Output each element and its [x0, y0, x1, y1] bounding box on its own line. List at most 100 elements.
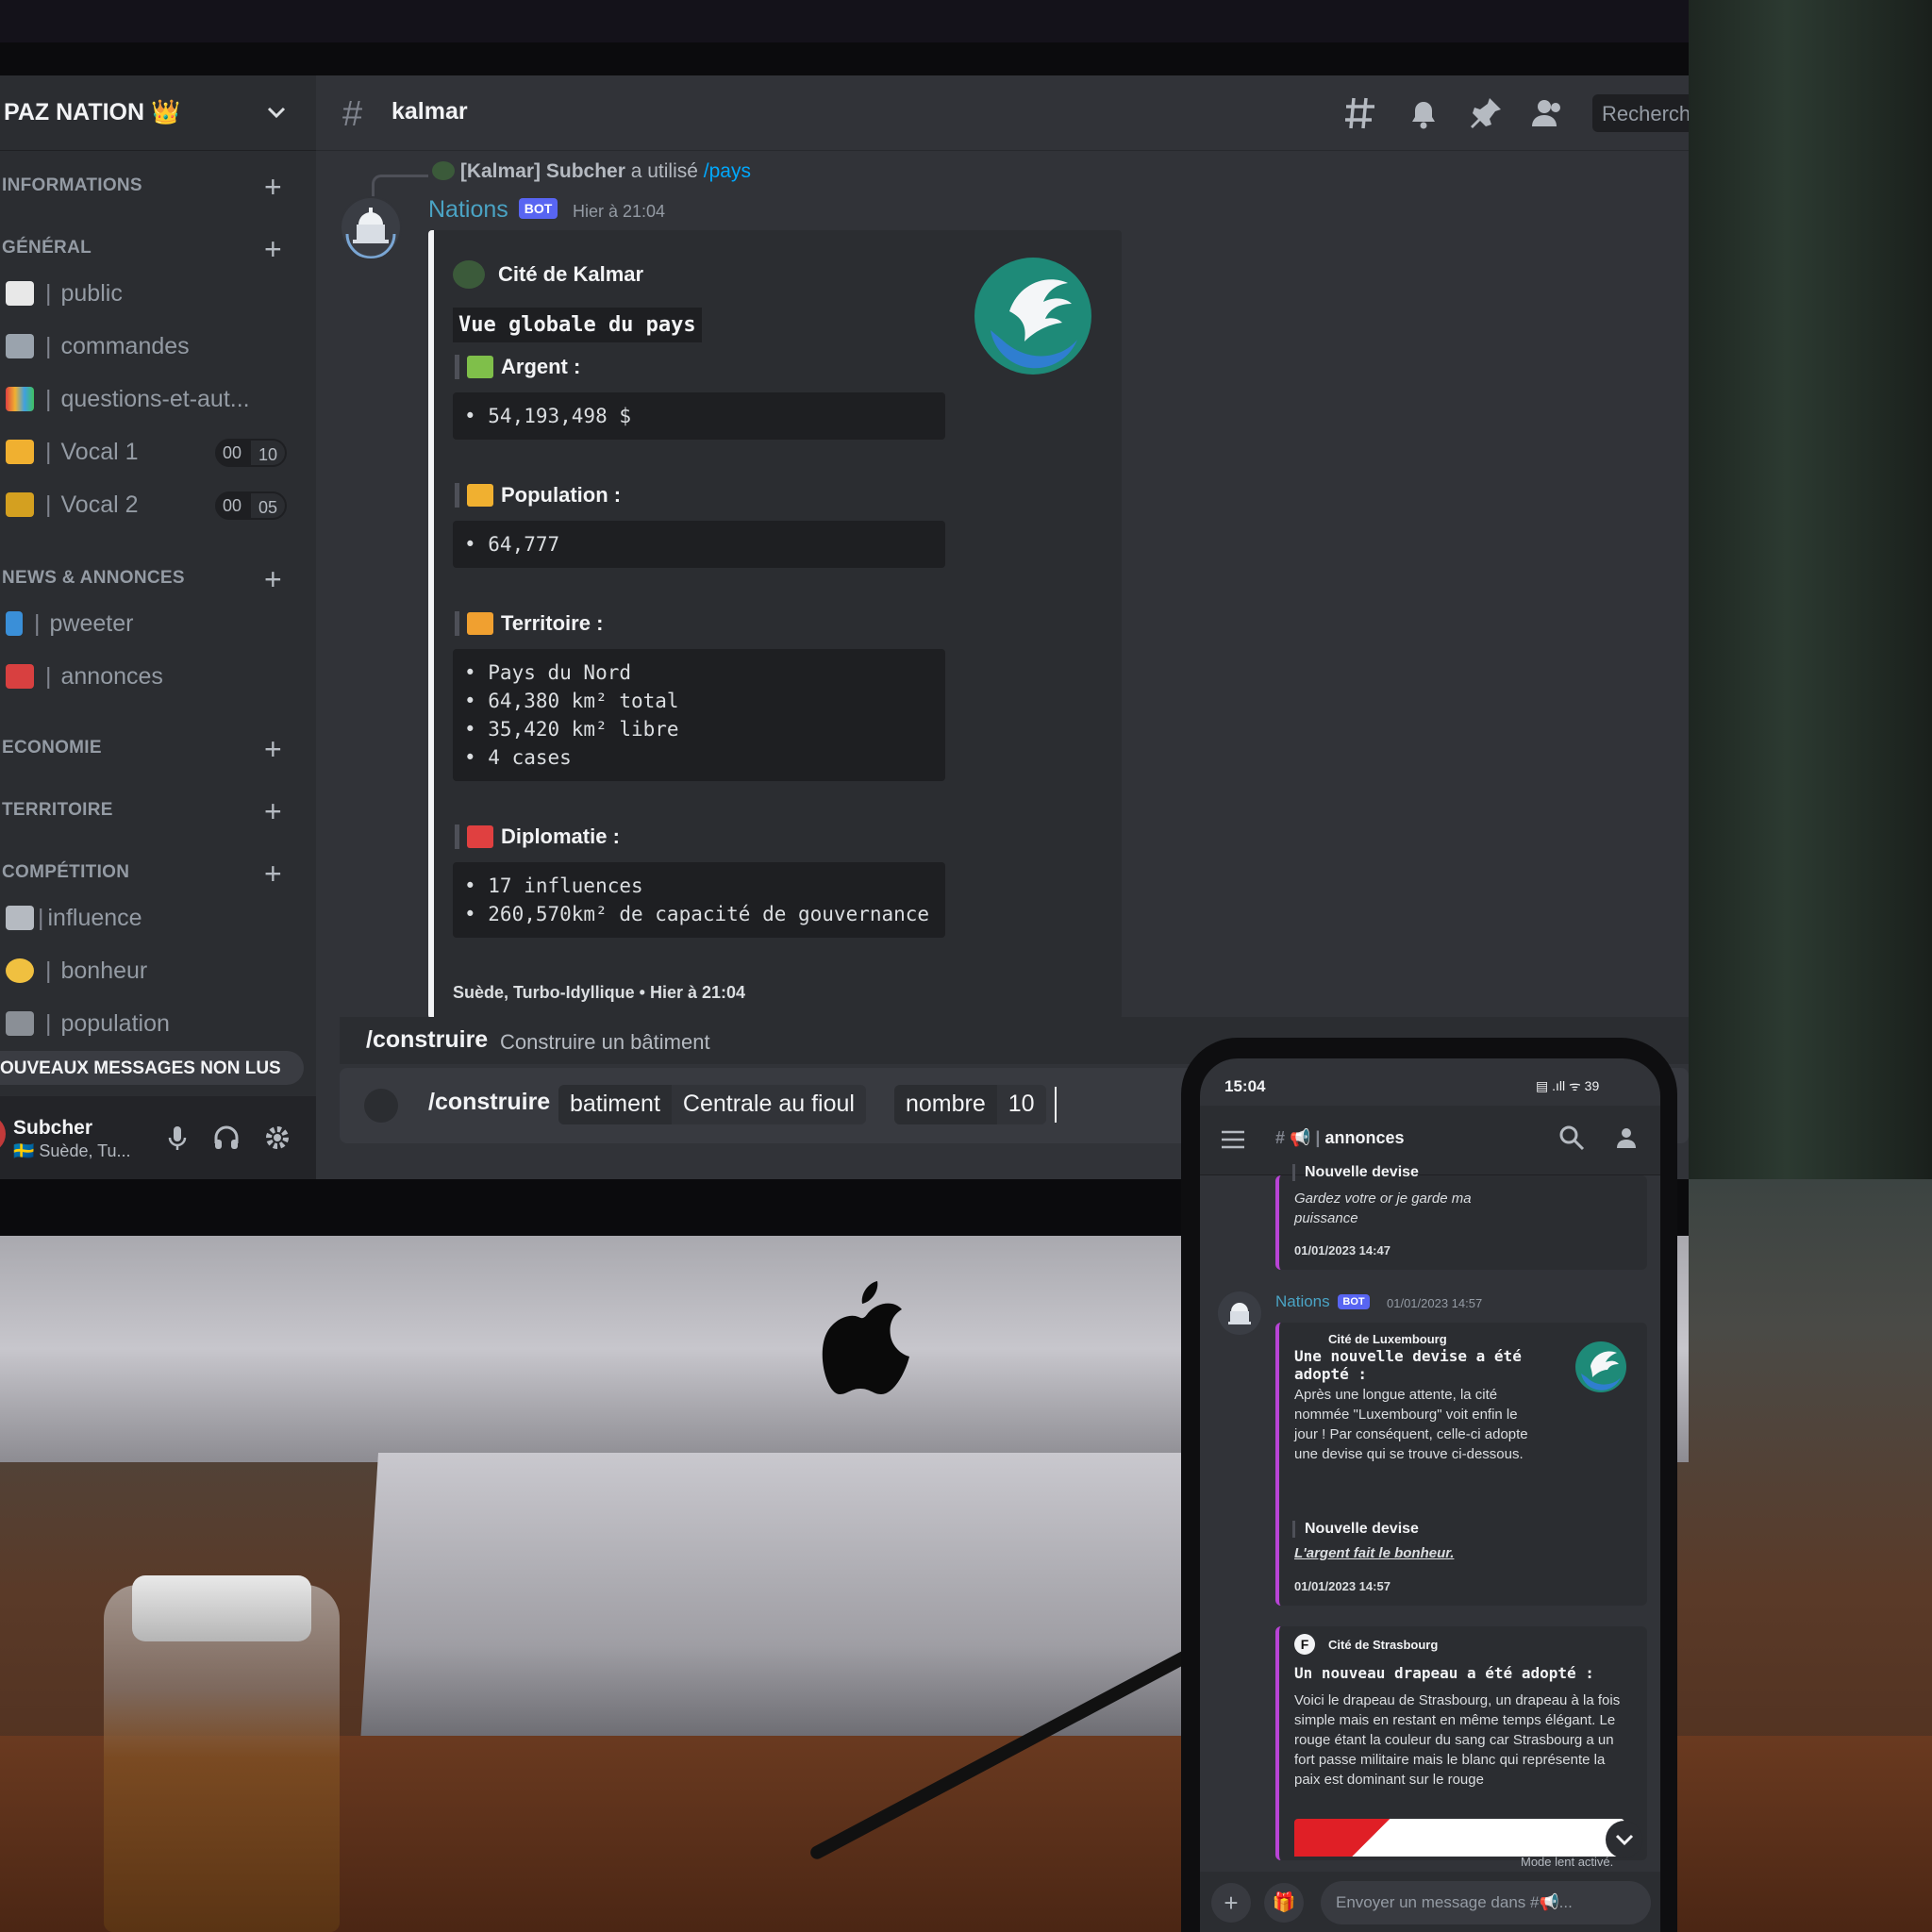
phone-clock: 15:04 — [1224, 1077, 1266, 1095]
field-diplomatie: Diplomatie : — [455, 824, 620, 849]
channel-pweeter[interactable]: | pweeter — [6, 602, 289, 645]
add-channel-icon[interactable]: + — [264, 234, 282, 264]
user-name: Subcher — [13, 1117, 93, 1139]
channel-population[interactable]: | population — [6, 1002, 289, 1045]
avatar[interactable] — [0, 1115, 6, 1153]
embed-date: 01/01/2023 14:47 — [1294, 1243, 1391, 1257]
channel-name: public — [60, 279, 123, 307]
add-channel-icon[interactable]: + — [264, 172, 282, 202]
message-timestamp: Hier à 21:04 — [573, 202, 666, 221]
gift-icon[interactable]: 🎁 — [1264, 1883, 1304, 1923]
bot-avatar[interactable] — [340, 196, 402, 258]
add-channel-icon[interactable]: + — [264, 858, 282, 889]
channel-separator: | — [45, 491, 52, 518]
embed-body: Voici le drapeau de Strasbourg, un drape… — [1294, 1692, 1621, 1788]
add-channel-icon[interactable]: + — [264, 564, 282, 594]
threads-icon[interactable] — [1342, 94, 1380, 132]
message-author[interactable]: Nations BOT — [428, 196, 558, 224]
message-author[interactable]: Nations BOT — [1275, 1292, 1370, 1311]
channel-name: annonces — [1324, 1128, 1405, 1147]
sunrise-mountains-icon — [467, 612, 493, 635]
channel-name: Vocal 1 — [60, 438, 139, 465]
headphones-icon[interactable] — [211, 1123, 242, 1153]
add-channel-icon[interactable]: + — [264, 796, 282, 826]
option-value[interactable]: Centrale au fioul — [671, 1085, 866, 1124]
field-population: Population : — [455, 483, 621, 508]
channel-separator: | — [45, 1009, 52, 1037]
add-attachment-icon[interactable]: + — [1211, 1883, 1251, 1923]
laptop-icon — [6, 334, 34, 358]
people-holding-hands-icon — [467, 484, 493, 507]
voice-user-count: 00 10 — [215, 439, 288, 467]
channel-sidebar: PAZ NATION 👑 INFORMATIONS + GÉNÉRAL + | p… — [0, 75, 316, 1179]
member-list-icon[interactable] — [1529, 94, 1567, 132]
channel-separator: | — [34, 609, 41, 637]
option-value[interactable]: 10 — [996, 1085, 1046, 1124]
option-batiment[interactable]: batiment Centrale au fioul — [558, 1085, 866, 1124]
field-population-value: • 64,777 — [453, 521, 945, 568]
people-icon — [6, 1011, 34, 1036]
phoenix-logo-icon — [974, 258, 1091, 375]
channel-bonheur[interactable]: | bonheur — [6, 949, 289, 992]
input-command: /construire — [428, 1089, 551, 1115]
channel-questions[interactable]: | questions-et-aut... — [6, 377, 289, 421]
channel-separator: | — [45, 332, 52, 359]
add-channel-icon[interactable]: + — [264, 734, 282, 764]
server-header[interactable]: PAZ NATION 👑 — [0, 75, 316, 151]
category-informations[interactable]: INFORMATIONS — [2, 175, 142, 196]
notification-bell-icon[interactable] — [1405, 94, 1442, 132]
flag-image[interactable] — [1294, 1819, 1624, 1857]
bot-badge: BOT — [518, 198, 558, 219]
hamburger-menu-icon[interactable] — [1221, 1130, 1245, 1149]
channel-commandes[interactable]: | commandes — [6, 325, 289, 368]
channel-public[interactable]: | public — [6, 272, 289, 315]
channel-separator: | — [45, 957, 52, 984]
search-icon[interactable] — [1558, 1124, 1585, 1151]
channel-title: kalmar — [391, 98, 468, 125]
search-input[interactable]: Recherch — [1592, 94, 1689, 132]
pin-icon[interactable] — [1467, 94, 1505, 132]
reply-command[interactable]: /pays — [704, 160, 751, 182]
megaphone-icon — [6, 664, 34, 689]
embed-author: Cité de Strasbourg — [1328, 1638, 1439, 1652]
new-unread-messages-banner[interactable]: OUVEAUX MESSAGES NON LUS — [0, 1051, 304, 1085]
field-line: • 260,570km² de capacité de gouvernance — [464, 903, 930, 925]
embed-footer: Suède, Turbo-Idyllique • Hier à 21:04 — [453, 983, 746, 1002]
category-news[interactable]: NEWS & ANNONCES — [2, 568, 185, 589]
embed-title: Vue globale du pays — [453, 308, 702, 342]
user-panel: Subcher 🇸🇪 Suède, Tu... — [0, 1096, 316, 1179]
microphone-icon[interactable] — [162, 1123, 192, 1153]
field-name: Argent : — [501, 355, 581, 378]
embed-body: Après une longue attente, la cité nommée… — [1294, 1387, 1528, 1462]
channel-header: # kalmar Recherch — [316, 75, 1689, 151]
phoenix-logo-icon — [1575, 1341, 1626, 1392]
channel-annonces[interactable]: | annonces — [6, 655, 289, 698]
phone-message-input[interactable]: Envoyer un message dans #📢... — [1321, 1881, 1651, 1924]
voice-count: 00 — [223, 443, 242, 462]
field-territoire: Territoire : — [455, 611, 603, 636]
category-competition[interactable]: COMPÉTITION — [2, 862, 129, 883]
bot-avatar[interactable] — [1217, 1291, 1262, 1336]
channel-influence[interactable]: | influence — [6, 896, 289, 940]
city-logo-icon: F — [1294, 1634, 1315, 1655]
field-name: Territoire : — [501, 611, 604, 635]
reply-author: [Kalmar] Subcher — [459, 160, 625, 182]
category-economie[interactable]: ECONOMIE — [2, 738, 102, 758]
settings-gear-icon[interactable] — [262, 1123, 292, 1153]
field-line: • 54,193,498 $ — [464, 405, 632, 427]
option-nombre[interactable]: nombre 10 — [894, 1085, 1046, 1124]
chevron-down-icon — [267, 107, 286, 119]
category-territoire[interactable]: TERRITOIRE — [2, 800, 113, 821]
category-general[interactable]: GÉNÉRAL — [2, 238, 92, 258]
command-reply-context[interactable]: [Kalmar] Subcher a utilisé /pays — [432, 160, 751, 183]
field-name: Diplomatie : — [501, 824, 620, 848]
quote-text: Gardez votre or je garde ma puissance — [1294, 1191, 1472, 1226]
user-status: 🇸🇪 Suède, Tu... — [13, 1141, 131, 1160]
grin-face-icon — [6, 958, 34, 983]
scroll-down-button[interactable] — [1606, 1821, 1643, 1858]
embed-title: Une nouvelle devise a été adopté : — [1294, 1347, 1522, 1383]
member-list-icon[interactable] — [1615, 1124, 1641, 1151]
telephone-icon — [6, 906, 34, 930]
channel-name: annonces — [60, 662, 163, 690]
city-icon — [453, 260, 485, 289]
